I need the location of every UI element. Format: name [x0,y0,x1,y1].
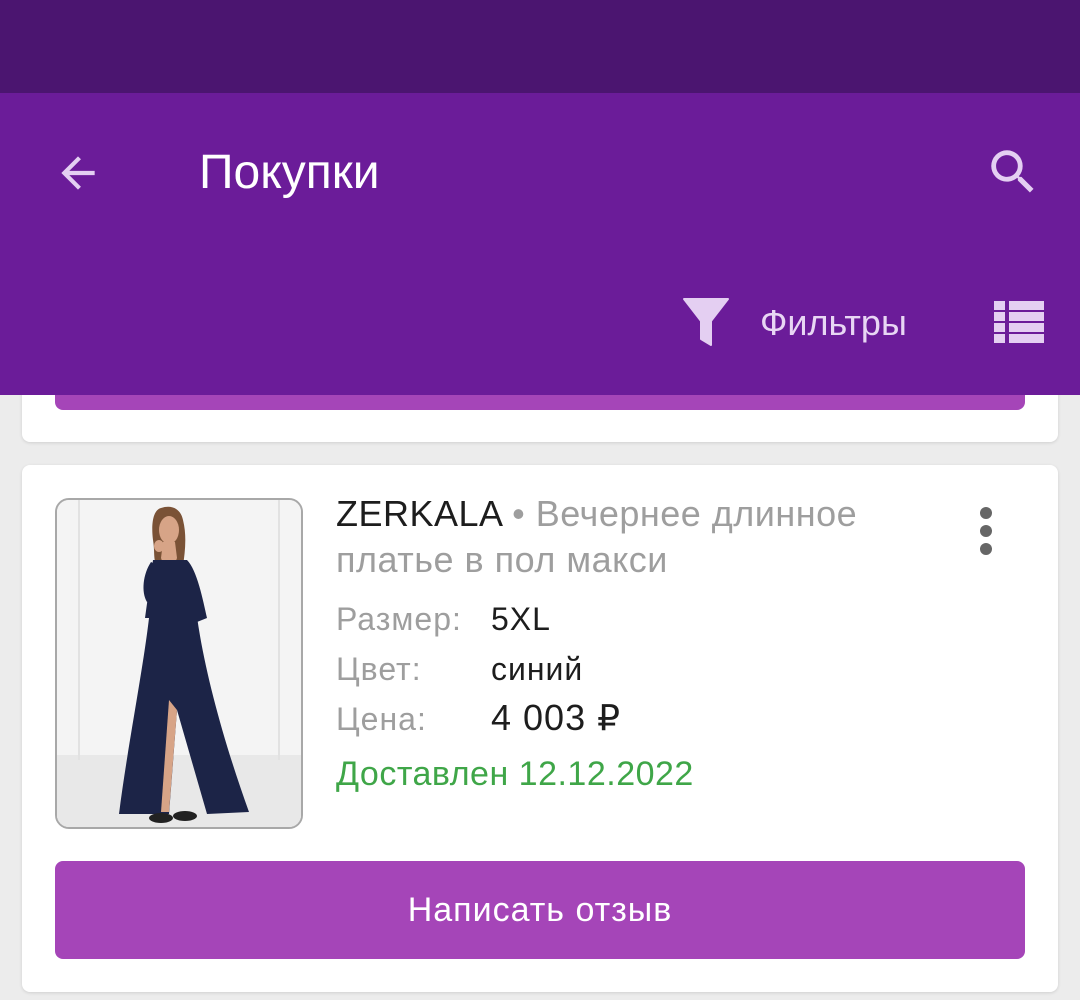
search-button[interactable] [978,137,1048,207]
product-title[interactable]: ZERKALA • Вечернее длинное платье в пол … [336,491,936,583]
color-value: синий [491,651,584,687]
price-value: 4 003 ₽ [491,697,621,738]
search-icon [991,150,1034,193]
list-view-button[interactable] [988,295,1050,349]
order-card: ZERKALA • Вечернее длинное платье в пол … [22,465,1058,992]
size-label: Размер: [336,601,462,637]
more-options-button[interactable] [966,501,1006,561]
filters-label: Фильтры [760,302,907,343]
color-label: Цвет: [336,651,422,687]
size-value: 5XL [491,601,551,637]
write-review-button[interactable]: Написать отзыв [55,861,1025,959]
product-image[interactable] [55,498,303,829]
funnel-icon [680,295,732,351]
status-bar [0,0,1080,93]
page-title: Покупки [199,146,380,199]
delivery-status: Доставлен 12.12.2022 [336,755,694,793]
list-view-icon [994,301,1044,343]
price-label: Цена: [336,701,427,737]
app-bar: Покупки Фильтры [0,93,1080,395]
title-separator: • [512,493,526,534]
brand-name: ZERKALA [336,493,502,534]
arrow-left-icon [61,156,95,190]
filters-button[interactable]: Фильтры [680,293,907,353]
back-button[interactable] [44,139,112,207]
more-vertical-icon [980,507,992,555]
